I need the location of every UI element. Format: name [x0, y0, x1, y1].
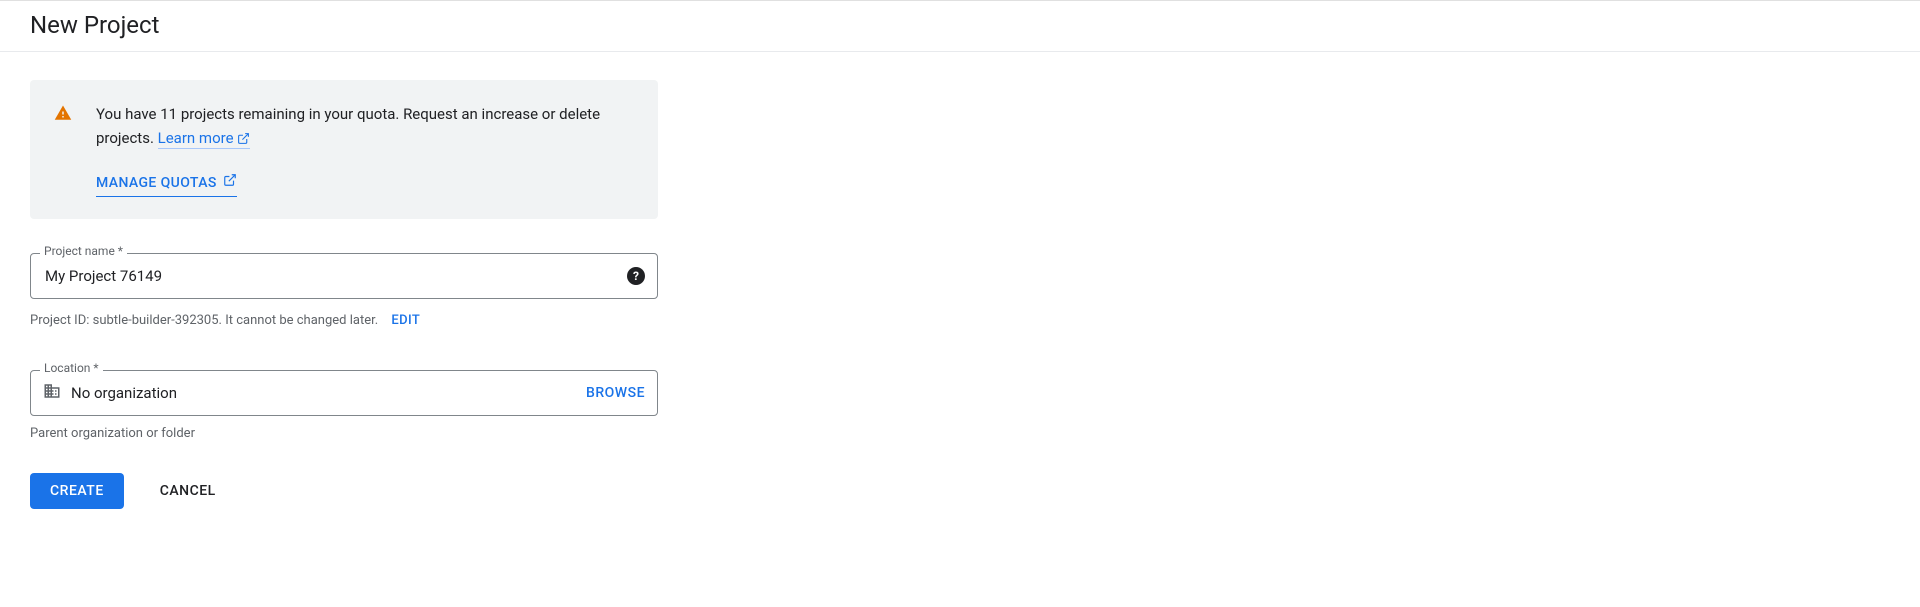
organization-icon — [43, 382, 61, 404]
help-icon[interactable]: ? — [627, 267, 645, 285]
open-in-new-icon — [237, 128, 250, 152]
edit-project-id-button[interactable]: EDIT — [391, 313, 420, 328]
create-button[interactable]: CREATE — [30, 473, 124, 509]
learn-more-link[interactable]: Learn more — [158, 129, 250, 149]
location-hint: Parent organization or folder — [30, 426, 670, 441]
warning-icon — [54, 102, 72, 197]
browse-button[interactable]: BROWSE — [586, 385, 645, 401]
page-title: New Project — [30, 11, 1890, 39]
open-in-new-icon — [223, 172, 237, 194]
project-id-text: Project ID: subtle-builder-392305. It ca… — [30, 313, 378, 328]
location-value: No organization — [69, 384, 578, 402]
quota-notice: You have 11 projects remaining in your q… — [30, 80, 658, 219]
project-name-label: Project name * — [40, 244, 127, 258]
manage-quotas-link[interactable]: MANAGE QUOTAS — [96, 172, 237, 197]
project-name-input[interactable] — [43, 266, 619, 286]
location-label: Location * — [40, 361, 103, 375]
cancel-button[interactable]: CANCEL — [154, 482, 222, 500]
